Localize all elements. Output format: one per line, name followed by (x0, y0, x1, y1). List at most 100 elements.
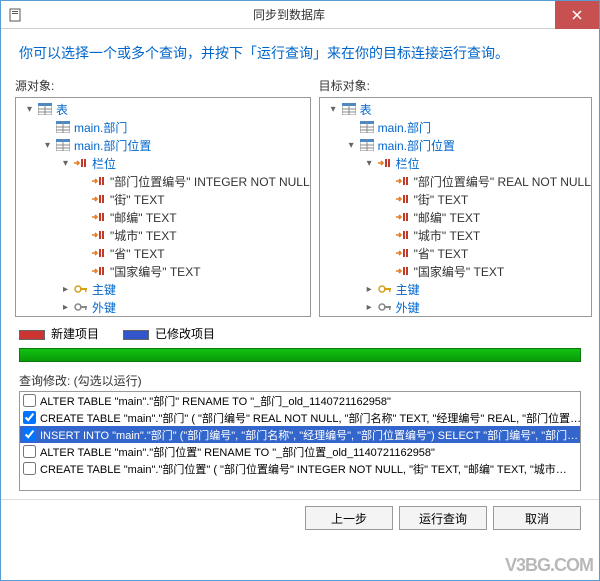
tree-node-label: 外键 (92, 299, 116, 316)
tree-node-label: "街" TEXT (110, 191, 165, 208)
expander-icon (382, 212, 393, 223)
col-new-icon (91, 210, 107, 224)
tree-row[interactable]: "街" TEXT (16, 190, 310, 208)
table-icon (55, 138, 71, 152)
query-row[interactable]: CREATE TABLE "main"."部门位置" ( "部门位置编号" IN… (20, 460, 580, 477)
col-new-icon (73, 156, 89, 170)
tree-row[interactable]: "省" TEXT (16, 244, 310, 262)
expander-icon[interactable]: ▾ (364, 158, 375, 169)
query-checkbox[interactable] (23, 394, 36, 407)
expander-icon[interactable]: ▸ (60, 302, 71, 313)
tree-row[interactable]: ▾main.部门位置 (320, 136, 591, 154)
query-checkbox[interactable] (23, 411, 36, 424)
legend-modified-label: 已修改项目 (155, 327, 215, 341)
tree-node-label: main.部门 (74, 119, 127, 136)
query-row[interactable]: CREATE TABLE "main"."部门" ( "部门编号" REAL N… (20, 409, 580, 426)
legend-swatch-modified (123, 330, 149, 340)
tree-node-label: 唯一键 (92, 317, 128, 318)
tree-row[interactable]: ▾ main.部门位置 (16, 136, 310, 154)
run-button[interactable]: 运行查询 (399, 506, 487, 530)
tree-row[interactable]: ▸主键 (320, 280, 591, 298)
expander-icon (78, 230, 89, 241)
expander-icon (382, 230, 393, 241)
table-icon (37, 102, 53, 116)
instruction-text: 你可以选择一个或多个查询，并按下「运行查询」来在你的目标连接运行查询。 (1, 29, 599, 77)
key-icon (377, 282, 393, 296)
table-icon (55, 120, 71, 134)
target-tree[interactable]: ▾表main.部门▾main.部门位置▾栏位"部门位置编号" REAL NOT … (319, 97, 592, 317)
expander-icon[interactable]: ▾ (42, 140, 53, 151)
tree-row[interactable]: 唯一键 (16, 316, 310, 317)
expander-icon (78, 248, 89, 259)
tree-node-label: 栏位 (92, 155, 116, 172)
tree-row[interactable]: "邮编" TEXT (16, 208, 310, 226)
col-new-icon (91, 174, 107, 188)
tree-row[interactable]: "街" TEXT (320, 190, 591, 208)
col-new-icon (377, 156, 393, 170)
tree-node-label: 主键 (92, 281, 116, 298)
query-row[interactable]: ALTER TABLE "main"."部门位置" RENAME TO "_部门… (20, 443, 580, 460)
expander-icon (382, 248, 393, 259)
expander-icon (382, 194, 393, 205)
tree-node-label: "国家编号" TEXT (110, 263, 201, 280)
col-new-icon (91, 246, 107, 260)
tree-row[interactable]: ▸外键 (320, 298, 591, 316)
tree-row[interactable]: "部门位置编号" REAL NOT NULL (320, 172, 591, 190)
back-button[interactable]: 上一步 (305, 506, 393, 530)
expander-icon[interactable]: ▸ (364, 284, 375, 295)
tree-node-label: "城市" TEXT (414, 227, 481, 244)
expander-icon (382, 266, 393, 277)
tree-row[interactable]: "城市" TEXT (16, 226, 310, 244)
expander-icon[interactable]: ▾ (24, 104, 35, 115)
query-sql: CREATE TABLE "main"."部门位置" ( "部门位置编号" IN… (40, 461, 567, 477)
target-label: 目标对象: (319, 77, 592, 94)
tree-row[interactable]: main.部门 (16, 118, 310, 136)
tree-row[interactable]: 唯一键 (320, 316, 591, 317)
table-icon (359, 120, 375, 134)
progress-bar (19, 348, 581, 362)
tree-node-label: main.部门位置 (74, 137, 151, 154)
query-checkbox[interactable] (23, 445, 36, 458)
tree-row[interactable]: "邮编" TEXT (320, 208, 591, 226)
tree-node-label: "部门位置编号" INTEGER NOT NULL (110, 173, 310, 190)
tree-node-label: "省" TEXT (110, 245, 165, 262)
tree-row[interactable]: "部门位置编号" INTEGER NOT NULL (16, 172, 310, 190)
expander-icon[interactable]: ▾ (346, 140, 357, 151)
query-row[interactable]: INSERT INTO "main"."部门" ("部门编号", "部门名称",… (20, 426, 580, 443)
expander-icon (382, 176, 393, 187)
query-checkbox[interactable] (23, 428, 36, 441)
queries-list[interactable]: ALTER TABLE "main"."部门" RENAME TO "_部门_o… (19, 391, 581, 491)
tree-row[interactable]: ▾表 (320, 100, 591, 118)
source-tree[interactable]: ▾表main.部门▾main.部门位置▾栏位"部门位置编号" INTEGER N… (15, 97, 311, 317)
query-sql: ALTER TABLE "main"."部门" RENAME TO "_部门_o… (40, 393, 391, 409)
query-row[interactable]: ALTER TABLE "main"."部门" RENAME TO "_部门_o… (20, 392, 580, 409)
button-row: 上一步 运行查询 取消 (1, 499, 599, 530)
queries-label: 查询修改: (勾选以运行) (1, 372, 599, 391)
query-sql: ALTER TABLE "main"."部门位置" RENAME TO "_部门… (40, 444, 435, 460)
tree-row[interactable]: ▾表 (16, 100, 310, 118)
tree-row[interactable]: "省" TEXT (320, 244, 591, 262)
close-button[interactable] (555, 1, 599, 29)
cancel-button[interactable]: 取消 (493, 506, 581, 530)
expander-icon[interactable]: ▸ (364, 302, 375, 313)
tree-row[interactable]: "国家编号" TEXT (320, 262, 591, 280)
expander-icon (78, 266, 89, 277)
tree-node-label: "邮编" TEXT (110, 209, 177, 226)
panes-container: 源对象: ▾表main.部门▾main.部门位置▾栏位"部门位置编号" INTE… (1, 77, 599, 317)
tree-row[interactable]: "城市" TEXT (320, 226, 591, 244)
col-new-icon (91, 264, 107, 278)
expander-icon[interactable]: ▾ (328, 104, 339, 115)
col-new-icon (395, 246, 411, 260)
tree-row[interactable]: main.部门 (320, 118, 591, 136)
tree-row[interactable]: ▾ 栏位 (16, 154, 310, 172)
tree-row[interactable]: ▸ 外键 (16, 298, 310, 316)
query-checkbox[interactable] (23, 462, 36, 475)
tree-node-label: 表 (360, 101, 372, 118)
tree-row[interactable]: "国家编号" TEXT (16, 262, 310, 280)
tree-row[interactable]: ▸ 主键 (16, 280, 310, 298)
expander-icon[interactable]: ▸ (60, 284, 71, 295)
expander-icon[interactable]: ▾ (60, 158, 71, 169)
col-new-icon (395, 264, 411, 278)
col-new-icon (91, 192, 107, 206)
tree-row[interactable]: ▾栏位 (320, 154, 591, 172)
